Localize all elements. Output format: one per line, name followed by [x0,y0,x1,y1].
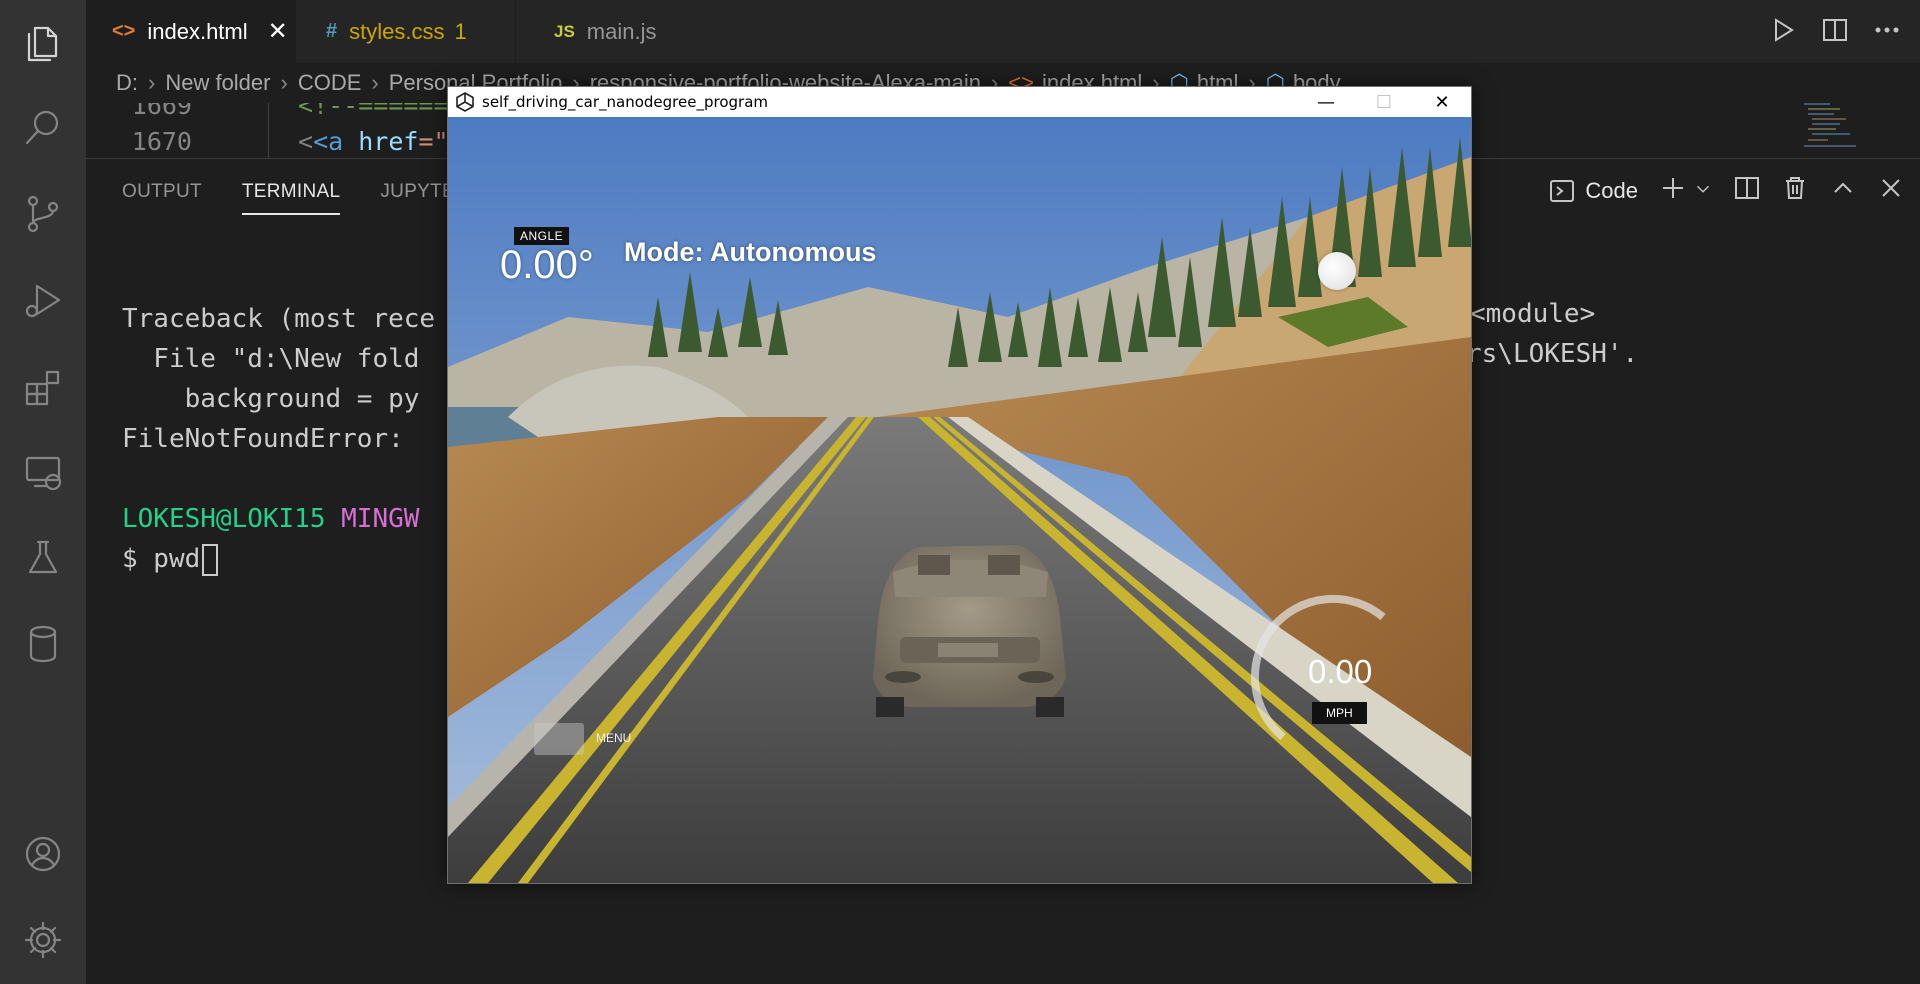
problem-count-badge: 1 [454,18,467,44]
maximize-panel-icon[interactable] [1830,175,1856,207]
speed-unit: MPH [1312,702,1367,724]
close-icon[interactable]: ✕ [268,17,288,46]
terminal-prompt-user: LOKESH@LOKI15 [122,504,326,534]
run-icon[interactable] [1770,17,1796,47]
run-debug-icon[interactable] [0,270,86,330]
trash-icon[interactable] [1782,175,1808,207]
window-controls: — ☐ ✕ [1297,87,1471,117]
editor-tab-bar: <> index.html ✕ # styles.css 1 JS main.j… [86,0,1920,63]
terminal-line-fragment: <module> [1470,299,1596,329]
terminal-profile[interactable]: Code [1549,178,1638,204]
testing-icon[interactable] [0,528,86,588]
indent-guide [268,103,269,158]
camera-control-knob[interactable] [1318,252,1356,290]
terminal-prompt-env: MINGW [341,504,420,534]
game-scene [448,117,1471,883]
tab-terminal[interactable]: TERMINAL [241,181,341,215]
speed-value: 0.00 [1308,653,1373,690]
mode-indicator: Mode: Autonomous [624,237,877,267]
unity-logo-icon [456,92,474,112]
simulator-viewport[interactable]: ANGLE 0.00° Mode: Autonomous 0.00 MPH ME… [448,117,1471,883]
terminal-cursor [202,543,219,576]
breadcrumb-item[interactable]: CODE [298,70,362,96]
extensions-icon[interactable] [0,356,86,416]
terminal-output[interactable]: Traceback (most rece File "d:\New fold b… [122,259,435,579]
editor-actions [1770,0,1900,63]
breadcrumb-item[interactable]: New folder [165,70,270,96]
remote-explorer-icon[interactable] [0,442,86,502]
terminal-line: FileNotFoundError: [122,424,420,454]
explorer-icon[interactable] [0,14,86,74]
simulator-window[interactable]: self_driving_car_nanodegree_program — ☐ … [447,86,1472,884]
simulator-title-bar[interactable]: self_driving_car_nanodegree_program — ☐ … [448,87,1471,117]
terminal-line: background = py [122,384,420,414]
new-terminal-icon[interactable] [1660,175,1686,207]
tab-label: main.js [586,18,657,44]
tab-output[interactable]: OUTPUT [122,181,202,215]
split-editor-icon[interactable] [1822,17,1848,47]
split-terminal-icon[interactable] [1734,175,1760,207]
tab-label: styles.css [349,18,445,44]
js-file-icon: JS [554,21,575,41]
breadcrumb-item[interactable]: D: [116,70,138,96]
terminal-command: $ pwd [122,544,201,574]
account-icon[interactable] [0,824,86,884]
tab-styles-css[interactable]: # styles.css 1 [296,0,516,63]
chevron-right-icon: › [280,70,288,95]
line-number: 1670 [131,127,192,156]
tab-index-html[interactable]: <> index.html ✕ [86,0,296,63]
chevron-right-icon: › [148,70,156,95]
simulator-title: self_driving_car_nanodegree_program [482,93,769,111]
minimize-button[interactable]: — [1297,87,1355,117]
tab-main-js[interactable]: JS main.js [516,0,726,63]
terminal-icon [1550,180,1575,202]
html-file-icon: <> [112,20,136,42]
code-text: <<a href="# [298,127,464,156]
terminal-line-fragment: rs\LOKESH'. [1466,339,1639,369]
menu-button[interactable] [534,723,584,755]
search-icon[interactable] [0,98,86,158]
database-icon[interactable] [0,614,86,674]
panel-actions: Code [1549,175,1904,207]
css-file-icon: # [326,20,338,42]
terminal-profile-label: Code [1585,178,1638,203]
chevron-right-icon: › [371,70,379,95]
activity-bar [0,0,86,984]
menu-label: MENU [596,731,632,745]
settings-gear-icon[interactable] [0,910,86,970]
terminal-line: Traceback (most rece [122,304,436,334]
close-button[interactable]: ✕ [1413,87,1471,117]
code-text: <!--======= [298,103,464,120]
line-number: 1669 [131,103,192,120]
close-panel-icon[interactable] [1878,175,1904,207]
tab-label: index.html [147,18,248,44]
terminal-line: File "d:\New fold [122,344,420,374]
chevron-down-icon[interactable] [1694,178,1712,204]
minimap[interactable] [1800,100,1860,155]
angle-value: 0.00° [500,243,594,287]
more-actions-icon[interactable] [1874,17,1900,47]
maximize-button[interactable]: ☐ [1355,87,1413,117]
source-control-icon[interactable] [0,184,86,244]
